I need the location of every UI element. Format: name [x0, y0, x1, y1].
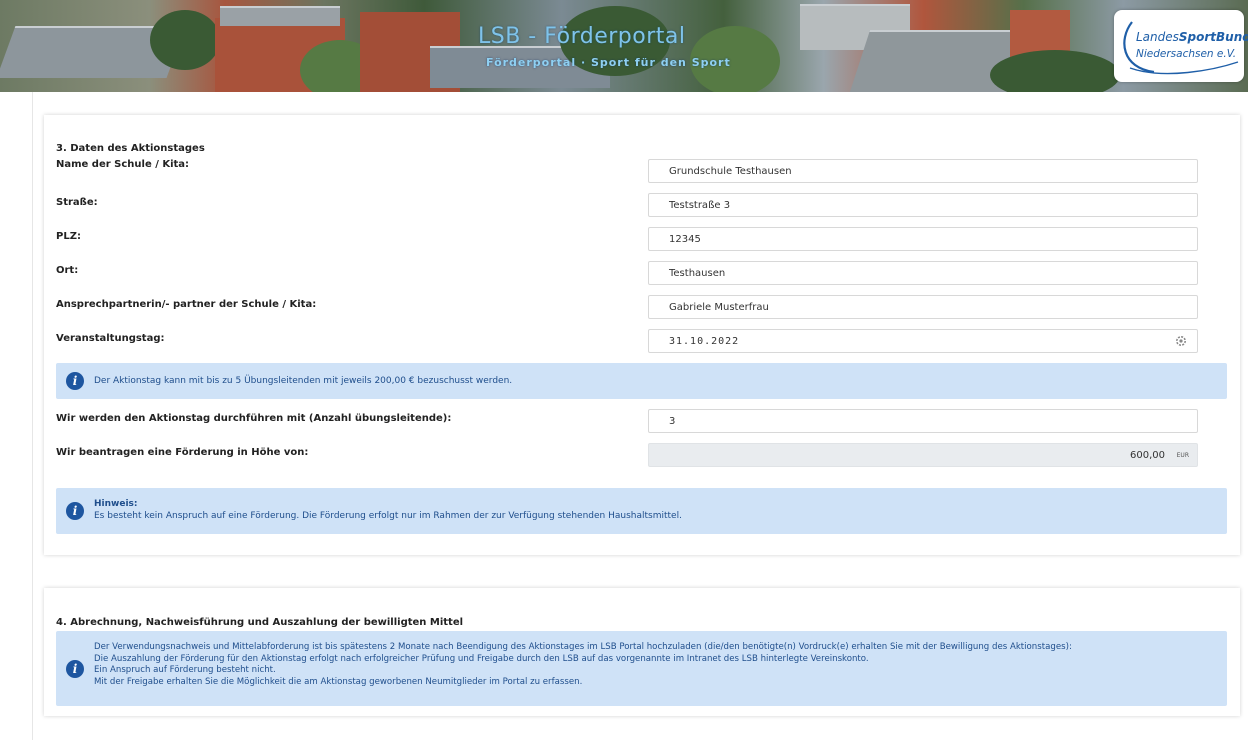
billing-line-1: Der Verwendungsnachweis und Mittelabford… — [94, 642, 1072, 652]
section-billing-card: 4. Abrechnung, Nachweisführung und Ausza… — [44, 588, 1240, 716]
street-value: Teststraße 3 — [669, 200, 731, 211]
zip-input[interactable]: 12345 — [648, 227, 1198, 251]
lsb-logo[interactable]: LandesSportBund Niedersachsen e.V. — [1114, 10, 1248, 82]
hint-title: Hinweis: — [94, 499, 138, 509]
amount-value: 600,00 — [1130, 450, 1165, 461]
section-aktionstag-card: 3. Daten des Aktionstages Name der Schul… — [44, 115, 1240, 555]
school-name-value: Grundschule Testhausen — [669, 166, 792, 177]
event-date-input[interactable]: 31.10.2022 — [648, 329, 1198, 353]
section-title: 4. Abrechnung, Nachweisführung und Ausza… — [56, 617, 464, 628]
section-title: 3. Daten des Aktionstages — [56, 143, 205, 154]
label-city: Ort: — [56, 265, 79, 276]
label-amount: Wir beantragen eine Förderung in Höhe vo… — [56, 447, 309, 458]
hint-text-block: Hinweis: Es besteht kein Anspruch auf ei… — [94, 499, 682, 522]
contact-person-value: Gabriele Musterfrau — [669, 302, 769, 313]
info-box-subsidy: i Der Aktionstag kann mit bis zu 5 Übung… — [56, 363, 1227, 399]
portal-title: LSB - Förderportal — [478, 24, 686, 49]
label-trainer-count: Wir werden den Aktionstag durchführen mi… — [56, 413, 452, 424]
label-zip: PLZ: — [56, 231, 81, 242]
event-date-value: 31.10.2022 — [669, 336, 740, 347]
contact-person-input[interactable]: Gabriele Musterfrau — [648, 295, 1198, 319]
amount-field: 600,00 EUR — [648, 443, 1198, 467]
info-box-billing: i Der Verwendungsnachweis und Mittelabfo… — [56, 631, 1227, 706]
billing-line-4: Mit der Freigabe erhalten Sie die Möglic… — [94, 676, 583, 687]
logo-swoosh-icon — [1123, 21, 1239, 75]
school-name-input[interactable]: Grundschule Testhausen — [648, 159, 1198, 183]
info-box-hint: i Hinweis: Es besteht kein Anspruch auf … — [56, 488, 1227, 534]
amount-unit: EUR — [1176, 452, 1189, 459]
zip-value: 12345 — [669, 234, 701, 245]
logo-line1: LandesSportBund — [1136, 30, 1248, 44]
billing-line-2: Die Auszahlung der Förderung für den Akt… — [94, 653, 869, 664]
billing-line-3: Ein Anspruch auf Förderung besteht nicht… — [94, 665, 276, 675]
city-value: Testhausen — [669, 268, 726, 279]
gear-icon[interactable] — [1175, 335, 1187, 347]
info-subsidy-text: Der Aktionstag kann mit bis zu 5 Übungsl… — [94, 376, 513, 386]
label-event-date: Veranstaltungstag: — [56, 333, 165, 344]
label-contact-person: Ansprechpartnerin/- partner der Schule /… — [56, 299, 317, 310]
info-icon: i — [66, 660, 84, 678]
label-street: Straße: — [56, 197, 98, 208]
header-banner: LSB - Förderportal Förderportal · Sport … — [0, 0, 1248, 92]
street-input[interactable]: Teststraße 3 — [648, 193, 1198, 217]
city-input[interactable]: Testhausen — [648, 261, 1198, 285]
label-school-name: Name der Schule / Kita: — [56, 159, 190, 170]
info-icon: i — [66, 502, 84, 520]
portal-subtitle: Förderportal · Sport für den Sport — [486, 56, 731, 69]
billing-text-block: Der Verwendungsnachweis und Mittelabford… — [94, 642, 1072, 688]
trainer-count-input[interactable]: 3 — [648, 409, 1198, 433]
hint-text: Es besteht kein Anspruch auf eine Förder… — [94, 510, 682, 521]
left-divider — [32, 92, 33, 740]
info-icon: i — [66, 372, 84, 390]
logo-line2: Niedersachsen e.V. — [1136, 48, 1237, 60]
trainer-count-value: 3 — [669, 416, 676, 427]
